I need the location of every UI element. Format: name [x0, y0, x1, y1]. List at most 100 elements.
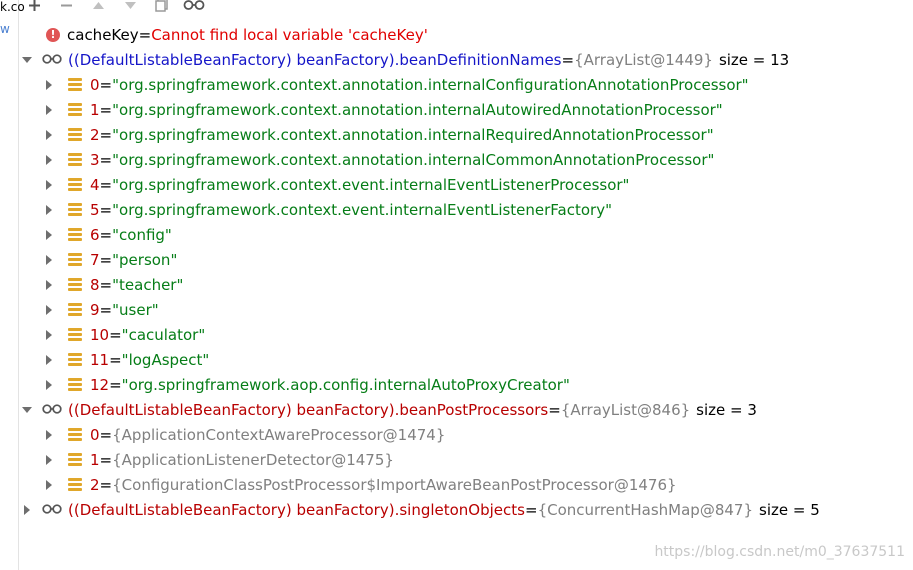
element-index: 1 — [90, 450, 100, 469]
child-row[interactable]: 5 = "org.springframework.context.event.i… — [0, 197, 612, 222]
element-value: "caculator" — [121, 325, 206, 344]
list-element-icon — [68, 228, 82, 241]
watch-expression: ((DefaultListableBeanFactory) beanFactor… — [68, 400, 549, 419]
expand-arrow-icon[interactable] — [22, 497, 32, 522]
watch-row-singleton-objects[interactable]: ((DefaultListableBeanFactory) beanFactor… — [0, 497, 820, 522]
element-value: "org.springframework.context.annotation.… — [112, 150, 715, 169]
collapse-arrow-icon[interactable] — [22, 397, 32, 422]
child-row[interactable]: 0 = "org.springframework.context.annotat… — [0, 72, 749, 97]
equals-sign: = — [99, 175, 113, 194]
child-row[interactable]: 11 = "logAspect" — [0, 347, 209, 372]
remove-watch-icon[interactable] — [50, 0, 82, 14]
list-element-icon — [68, 153, 82, 166]
list-element-icon — [68, 453, 82, 466]
watch-expression: ((DefaultListableBeanFactory) beanFactor… — [68, 50, 562, 69]
element-index: 6 — [90, 225, 100, 244]
equals-sign: = — [99, 75, 113, 94]
child-row[interactable]: 8 = "teacher" — [0, 272, 183, 297]
expand-arrow-icon[interactable] — [44, 272, 54, 297]
list-element-icon — [68, 203, 82, 216]
list-element-icon — [68, 128, 82, 141]
equals-sign: = — [524, 500, 538, 519]
equals-sign: = — [548, 400, 561, 419]
element-value: {ConfigurationClassPostProcessor$ImportA… — [112, 475, 677, 494]
size-label: size = 13 — [718, 50, 790, 69]
element-value: "config" — [112, 225, 172, 244]
list-element-icon — [68, 103, 82, 116]
add-watch-icon[interactable] — [18, 0, 50, 14]
error-message: Cannot find local variable 'cacheKey' — [151, 25, 428, 44]
child-row[interactable]: 0 = {ApplicationContextAwareProcessor@14… — [0, 422, 445, 447]
glasses-icon[interactable] — [178, 0, 210, 14]
list-element-icon — [68, 278, 82, 291]
copy-icon[interactable] — [146, 0, 178, 14]
expand-arrow-icon[interactable] — [44, 422, 54, 447]
list-element-icon — [68, 428, 82, 441]
object-reference: {ArrayList@846} — [560, 400, 691, 419]
watch-row-bean-definition-names[interactable]: ((DefaultListableBeanFactory) beanFactor… — [0, 47, 789, 72]
equals-sign: = — [109, 375, 122, 394]
child-row[interactable]: 7 = "person" — [0, 247, 177, 272]
element-index: 0 — [90, 75, 100, 94]
equals-sign: = — [99, 275, 113, 294]
element-value: {ApplicationListenerDetector@1475} — [112, 450, 394, 469]
equals-sign: = — [99, 300, 113, 319]
expand-arrow-icon[interactable] — [44, 197, 54, 222]
expand-arrow-icon[interactable] — [44, 472, 54, 497]
child-row[interactable]: 3 = "org.springframework.context.annotat… — [0, 147, 714, 172]
child-row[interactable]: 2 = {ConfigurationClassPostProcessor$Imp… — [0, 472, 677, 497]
error-row[interactable]: ! cacheKey = Cannot find local variable … — [0, 22, 428, 47]
collapse-arrow-icon[interactable] — [22, 47, 32, 72]
child-row[interactable]: 9 = "user" — [0, 297, 159, 322]
expand-arrow-icon[interactable] — [44, 372, 54, 397]
child-row[interactable]: 1 = {ApplicationListenerDetector@1475} — [0, 447, 394, 472]
equals-sign: = — [99, 200, 113, 219]
element-index: 2 — [90, 125, 100, 144]
expand-arrow-icon[interactable] — [44, 447, 54, 472]
expand-arrow-icon[interactable] — [44, 147, 54, 172]
expand-arrow-icon[interactable] — [44, 347, 54, 372]
element-value: "org.springframework.context.annotation.… — [112, 75, 749, 94]
child-row[interactable]: 1 = "org.springframework.context.annotat… — [0, 97, 723, 122]
expand-arrow-icon[interactable] — [44, 322, 54, 347]
expand-arrow-icon[interactable] — [44, 122, 54, 147]
object-reference: {ArrayList@1449} — [574, 50, 713, 69]
size-label: size = 5 — [759, 500, 820, 519]
expand-arrow-icon[interactable] — [44, 72, 54, 97]
move-down-icon[interactable] — [114, 0, 146, 14]
error-icon: ! — [46, 27, 60, 42]
watch-row-bean-post-processors[interactable]: ((DefaultListableBeanFactory) beanFactor… — [0, 397, 757, 422]
child-row[interactable]: 6 = "config" — [0, 222, 172, 247]
child-row[interactable]: 2 = "org.springframework.context.annotat… — [0, 122, 714, 147]
element-value: "user" — [112, 300, 159, 319]
element-value: "logAspect" — [121, 350, 210, 369]
equals-sign: = — [109, 350, 122, 369]
child-row[interactable]: 12 = "org.springframework.aop.config.int… — [0, 372, 570, 397]
child-row[interactable]: 10 = "caculator" — [0, 322, 205, 347]
expand-arrow-icon[interactable] — [44, 247, 54, 272]
element-index: 11 — [90, 350, 110, 369]
list-element-icon — [68, 378, 82, 391]
equals-sign: = — [99, 450, 113, 469]
expand-arrow-icon[interactable] — [44, 297, 54, 322]
list-element-icon — [68, 353, 82, 366]
watch-glasses-icon — [42, 51, 62, 69]
child-row[interactable]: 4 = "org.springframework.context.event.i… — [0, 172, 629, 197]
expand-arrow-icon[interactable] — [44, 97, 54, 122]
watch-glasses-icon — [42, 401, 62, 419]
list-element-icon — [68, 178, 82, 191]
element-index: 10 — [90, 325, 110, 344]
equals-sign: = — [99, 250, 113, 269]
list-element-icon — [68, 303, 82, 316]
expand-arrow-icon[interactable] — [44, 172, 54, 197]
equals-sign: = — [99, 125, 113, 144]
move-up-icon[interactable] — [82, 0, 114, 14]
element-value: "org.springframework.context.annotation.… — [112, 100, 723, 119]
expand-arrow-icon[interactable] — [44, 222, 54, 247]
element-index: 8 — [90, 275, 100, 294]
equals-sign: = — [99, 225, 113, 244]
watch-expression: ((DefaultListableBeanFactory) beanFactor… — [68, 500, 525, 519]
element-index: 1 — [90, 100, 100, 119]
element-index: 12 — [90, 375, 110, 394]
element-index: 9 — [90, 300, 100, 319]
